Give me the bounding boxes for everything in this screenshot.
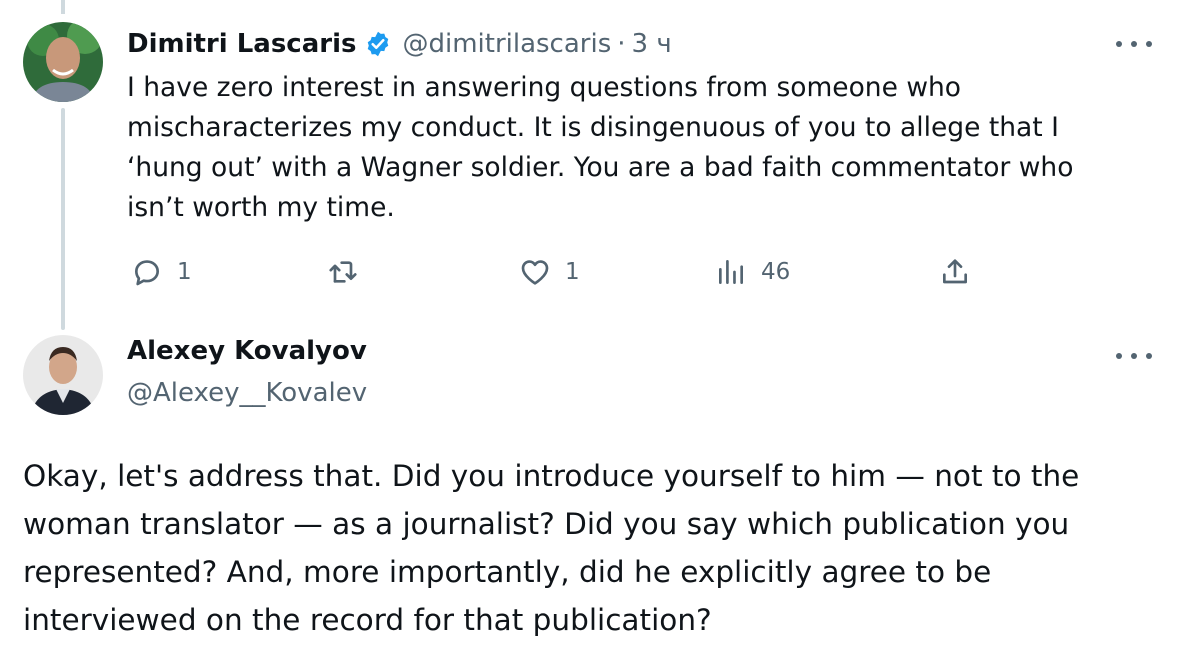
reply-icon — [135, 260, 159, 286]
share-button[interactable] — [939, 250, 971, 294]
like-icon — [521, 260, 549, 285]
reply-count: 1 — [177, 259, 192, 285]
views-count: 46 — [761, 259, 791, 285]
retweet-button[interactable] — [327, 250, 373, 294]
tweet-actions: 1 1 46 — [127, 250, 987, 294]
views-button[interactable]: 46 — [715, 250, 790, 294]
retweet-icon — [329, 261, 357, 283]
author-handle[interactable]: @dimitrilascaris — [402, 29, 611, 59]
tweet-text: Okay, let's address that. Did you introd… — [23, 459, 1080, 637]
like-count: 1 — [565, 259, 580, 285]
author-avatar[interactable] — [23, 22, 103, 102]
timestamp[interactable]: 3 ч — [632, 29, 672, 59]
thread-line-top — [61, 0, 65, 14]
author-avatar[interactable] — [23, 335, 103, 415]
share-icon — [943, 259, 967, 284]
author-name[interactable]: Dimitri Lascaris — [127, 29, 356, 59]
author-name[interactable]: Alexey Kovalyov — [127, 336, 367, 366]
separator-dot: · — [617, 29, 626, 59]
tweet-header: Dimitri Lascaris @dimitrilascaris · 3 ч — [127, 24, 672, 64]
views-icon — [719, 260, 743, 284]
like-button[interactable]: 1 — [519, 250, 580, 294]
thread-line — [61, 108, 65, 330]
author-handle[interactable]: @Alexey__Kovalev — [127, 378, 367, 408]
verified-badge-icon — [364, 30, 392, 58]
reply-button[interactable]: 1 — [131, 250, 192, 294]
tweet-text: I have zero interest in answering questi… — [127, 72, 1074, 223]
more-options-icon[interactable] — [1116, 34, 1152, 54]
more-options-icon[interactable] — [1116, 346, 1152, 366]
